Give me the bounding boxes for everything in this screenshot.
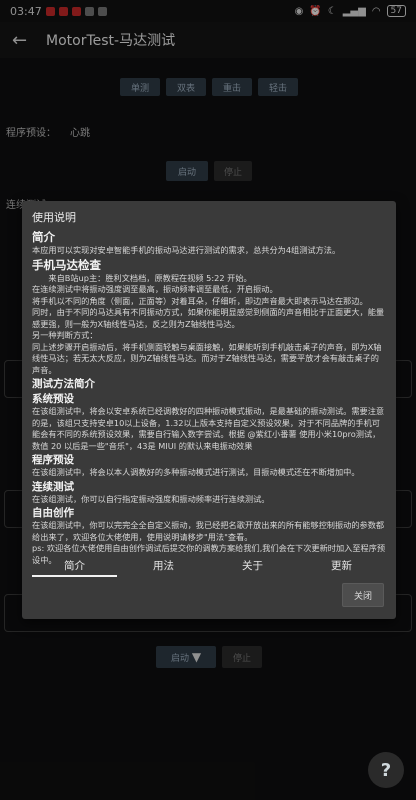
content-paragraph: 同上述步骤开启振动后，将手机侧面轻触与桌面接触，如果能听到手机敲击桌子的声音，即…	[32, 341, 382, 375]
content-paragraph: 在连续测试中将振动强度调至最高，振动频率调至最低，开启振动。	[32, 284, 278, 294]
content-paragraph: 在该组测试中，将会以安卓系统已经调教好的四种振动模式振动，是最基础的振动测试。需…	[32, 406, 385, 451]
content-paragraph: 将手机以不同的角度（侧面，正面等）对着耳朵，仔细听，即边声音最大即表示马达在那边…	[32, 295, 368, 306]
tab-intro[interactable]: 简介	[30, 557, 119, 577]
tab-about[interactable]: 关于	[208, 557, 297, 577]
content-heading: 系统预设	[32, 393, 74, 405]
content-heading: 程序预设	[32, 454, 74, 466]
content-paragraph: 另一种判断方式：	[32, 330, 98, 340]
content-paragraph: 本应用可以实现对安卓智能手机的振动马达进行测试的需求，总共分为4组测试方法。	[32, 245, 341, 255]
dialog-content: 简介 本应用可以实现对安卓智能手机的振动马达进行测试的需求，总共分为4组测试方法。…	[32, 229, 386, 569]
content-paragraph: 同时，由于不同的马达具有不同振动方式，如果你能明显感觉到侧面的声音相比于正面更大…	[32, 307, 385, 329]
usage-dialog: 使用说明 简介 本应用可以实现对安卓智能手机的振动马达进行测试的需求，总共分为4组…	[22, 201, 396, 619]
close-button[interactable]: 关闭	[342, 583, 384, 607]
content-paragraph: 来自B站up主：胜利文档档，原教程在视频 5:22 开始。	[32, 272, 252, 283]
content-heading: 连续测试	[32, 480, 74, 493]
help-fab[interactable]: ?	[368, 752, 404, 788]
content-paragraph: 在该组测试，你可以自行指定振动强度和振动频率进行连续测试。	[32, 493, 270, 504]
content-paragraph: 在该组测试中，你可以完完全全自定义振动，我已经把名歌开放出来的所有能够控制振动的…	[32, 520, 385, 542]
content-heading: 手机马达检查	[32, 257, 101, 272]
tab-usage[interactable]: 用法	[119, 557, 208, 577]
dialog-tabs: 简介 用法 关于 更新	[30, 557, 386, 577]
question-icon: ?	[380, 759, 392, 781]
content-heading: 自由创作	[32, 507, 74, 519]
content-paragraph: 在该组测试中，将会以本人调教好的多种振动模式进行测试，目振动模式还在不断增加中。	[32, 467, 360, 477]
tab-update[interactable]: 更新	[297, 557, 386, 577]
content-heading: 简介	[32, 230, 55, 244]
dialog-title: 使用说明	[32, 211, 76, 224]
content-heading: 测试方法简介	[32, 378, 95, 390]
